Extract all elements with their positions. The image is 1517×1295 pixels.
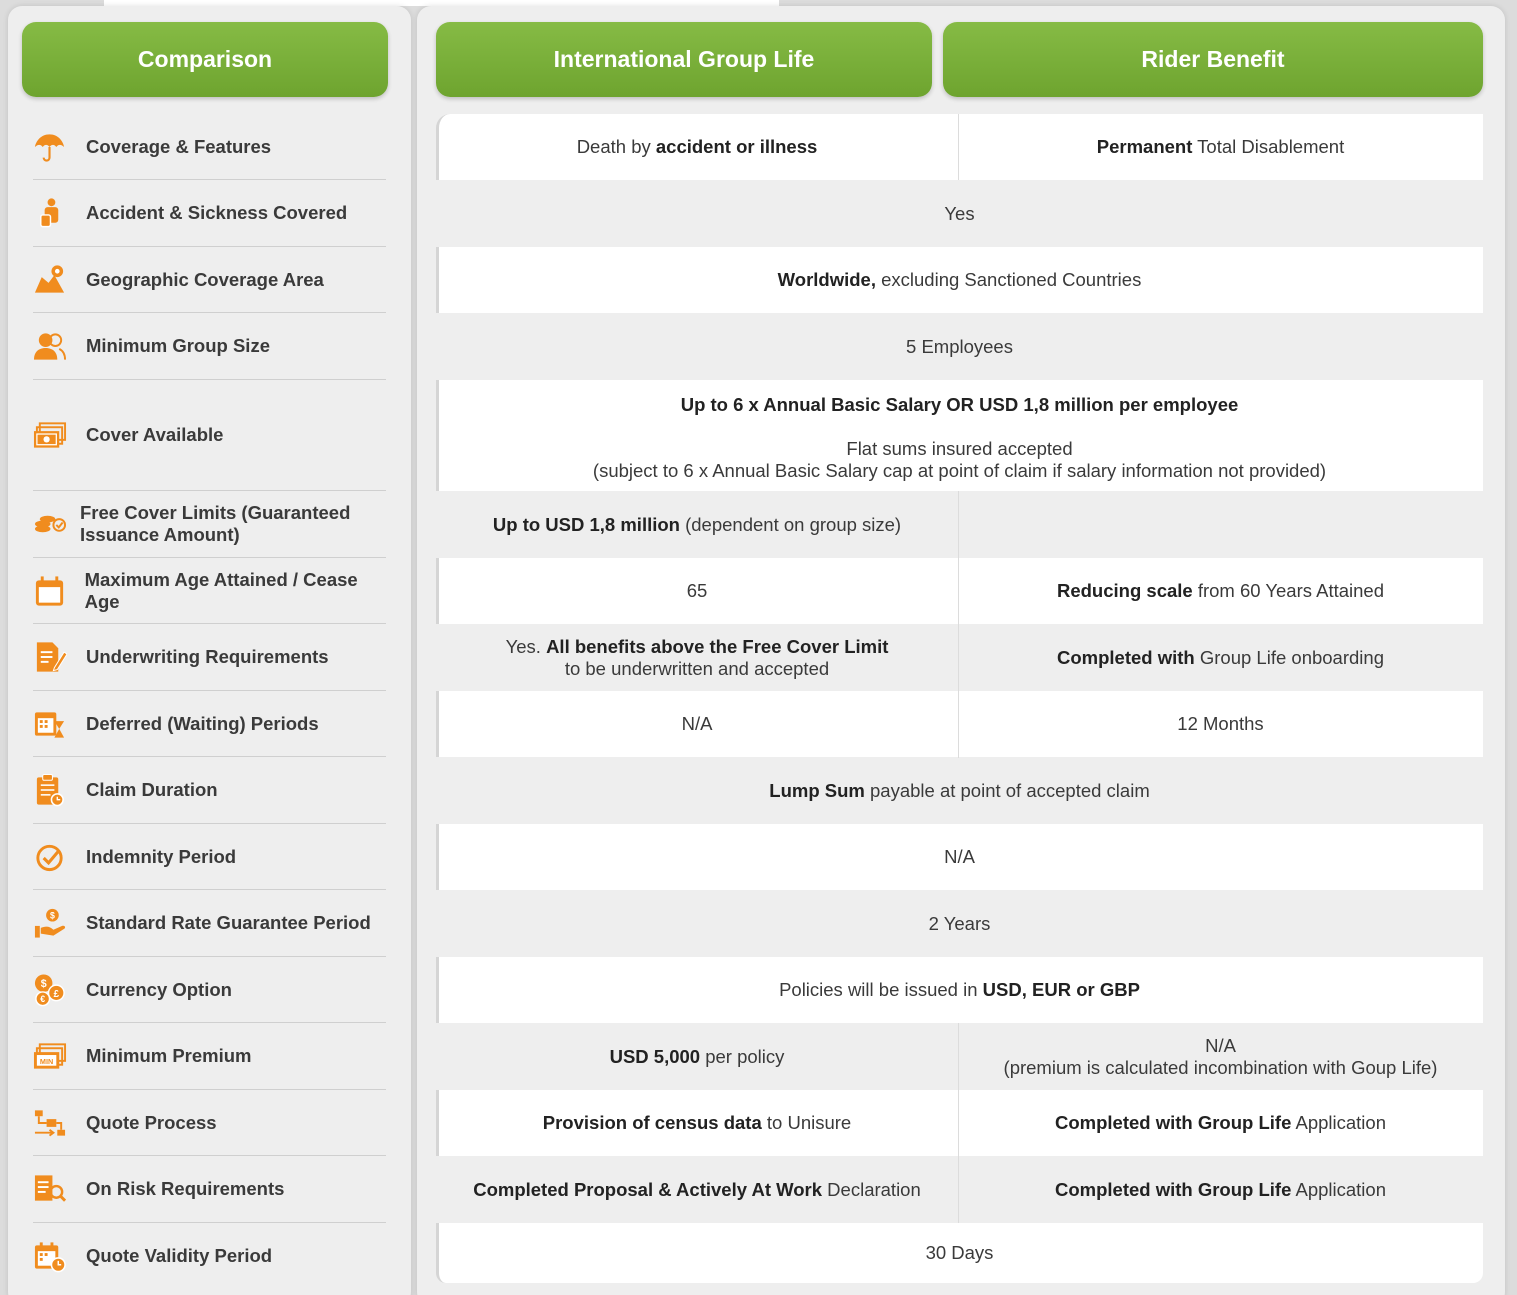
row-label-16: Quote Validity Period <box>33 1223 386 1289</box>
svg-text:MIN: MIN <box>40 1057 53 1066</box>
injured-person-icon <box>33 193 73 233</box>
umbrella-icon <box>33 127 73 167</box>
group-life-header[interactable]: International Group Life <box>436 22 932 97</box>
comparison-header: Comparison <box>22 22 388 97</box>
cell-currency: Policies will be issued in USD, EUR or G… <box>779 979 1140 1000</box>
cell-geographic: Worldwide, excluding Sanctioned Countrie… <box>777 269 1142 290</box>
cell-quote-process-rider: Completed with Group Life Application <box>1054 1112 1386 1133</box>
row-label-3: Minimum Group Size <box>33 313 386 380</box>
row-label-text: Claim Duration <box>86 779 218 800</box>
row-label-text: On Risk Requirements <box>86 1178 285 1199</box>
money-stack-icon <box>33 415 73 455</box>
calendar-hourglass-icon <box>33 704 73 744</box>
svg-text:$: $ <box>41 978 47 990</box>
cell-accident-sickness: Yes <box>944 202 975 224</box>
cell-min-premium-rider: N/A (premium is calculated incombination… <box>1003 1034 1438 1078</box>
cell-underwriting-group-life: Yes. All benefits above the Free Cover L… <box>505 635 889 679</box>
row-label-text: Quote Process <box>86 1111 217 1133</box>
map-pin-icon <box>33 260 73 300</box>
row-label-10: Indemnity Period <box>33 824 386 890</box>
row-label-15: On Risk Requirements <box>33 1156 386 1223</box>
cell-claim-duration: Lump Sum payable at point of accepted cl… <box>769 779 1150 801</box>
row-label-0: Coverage & Features <box>33 114 386 180</box>
row-label-6: Maximum Age Attained / Cease Age <box>33 558 386 624</box>
row-label-text: Currency Option <box>86 978 232 1000</box>
clipboard-clock-icon <box>33 770 73 810</box>
svg-text:€: € <box>40 994 45 1004</box>
row-label-text: Underwriting Requirements <box>86 646 329 667</box>
cell-indemnity: N/A <box>944 846 975 867</box>
calendar-icon <box>33 571 72 611</box>
rider-benefit-header[interactable]: Rider Benefit <box>943 22 1483 97</box>
document-search-icon <box>33 1169 73 1209</box>
cell-deferred-group-life: N/A <box>681 713 713 734</box>
coins-check-icon <box>33 504 67 544</box>
cell-underwriting-rider: Completed with Group Life onboarding <box>1057 646 1384 668</box>
cell-min-group-size: 5 Employees <box>906 335 1013 357</box>
row-label-text: Quote Validity Period <box>86 1245 273 1266</box>
cell-quote-process-group-life: Provision of census data to Unisure <box>542 1112 852 1133</box>
row-label-13: MIN Minimum Premium <box>33 1023 386 1090</box>
cell-deferred-rider: 12 Months <box>1177 713 1264 734</box>
cell-cover-available: Up to 6 x Annual Basic Salary OR USD 1,8… <box>592 394 1327 481</box>
row-label-text: Free Cover Limits (Guaranteed Issuance A… <box>80 502 351 545</box>
cell-on-risk-group-life: Completed Proposal & Actively At Work De… <box>473 1178 921 1200</box>
row-label-7: Underwriting Requirements <box>33 624 386 691</box>
row-label-text: Deferred (Waiting) Periods <box>86 712 319 734</box>
min-bill-icon: MIN <box>33 1036 73 1076</box>
row-label-text: Accident & Sickness Covered <box>86 202 348 223</box>
row-label-text: Minimum Group Size <box>86 335 270 356</box>
row-label-1: Accident & Sickness Covered <box>33 180 386 247</box>
svg-text:$: $ <box>50 911 55 921</box>
cell-min-premium-group-life: USD 5,000 per policy <box>609 1045 785 1067</box>
row-label-8: Deferred (Waiting) Periods <box>33 691 386 757</box>
row-label-text: Cover Available <box>86 424 224 445</box>
cell-free-cover-group-life: Up to USD 1,8 million (dependent on grou… <box>492 513 902 535</box>
row-label-text: Maximum Age Attained / Cease Age <box>84 568 358 612</box>
cell-max-age-group-life: 65 <box>686 580 708 601</box>
row-label-text: Coverage & Features <box>86 135 272 157</box>
svg-text:£: £ <box>54 988 60 999</box>
currency-coins-icon: $ £ € <box>33 970 73 1010</box>
check-circle-icon <box>33 837 73 877</box>
cell-coverage-group-life: Death by accident or illness <box>576 136 818 157</box>
hand-coin-icon: $ <box>33 903 73 943</box>
cell-max-age-rider: Reducing scale from 60 Years Attained <box>1056 580 1384 601</box>
row-label-14: Quote Process <box>33 1090 386 1156</box>
cell-rate-guarantee: 2 Years <box>928 912 991 934</box>
row-label-4: Cover Available <box>33 380 386 491</box>
calendar-clock-icon <box>33 1236 73 1276</box>
row-label-2: Geographic Coverage Area <box>33 247 386 313</box>
row-label-5: Free Cover Limits (Guaranteed Issuance A… <box>33 491 386 558</box>
row-label-text: Standard Rate Guarantee Period <box>86 912 371 933</box>
row-label-9: Claim Duration <box>33 757 386 824</box>
row-label-text: Minimum Premium <box>86 1045 252 1066</box>
row-label-11: $ Standard Rate Guarantee Period <box>33 890 386 957</box>
cell-coverage-rider: Permanent Total Disablement <box>1096 136 1345 157</box>
flow-process-icon <box>33 1103 73 1143</box>
row-label-text: Indemnity Period <box>86 845 237 867</box>
cell-quote-validity: 30 Days <box>925 1242 994 1263</box>
cell-on-risk-rider: Completed with Group Life Application <box>1054 1178 1386 1200</box>
row-label-12: $ £ € Currency Option <box>33 957 386 1023</box>
row-label-text: Geographic Coverage Area <box>86 268 324 290</box>
users-icon <box>33 326 73 366</box>
document-pen-icon <box>33 637 73 677</box>
